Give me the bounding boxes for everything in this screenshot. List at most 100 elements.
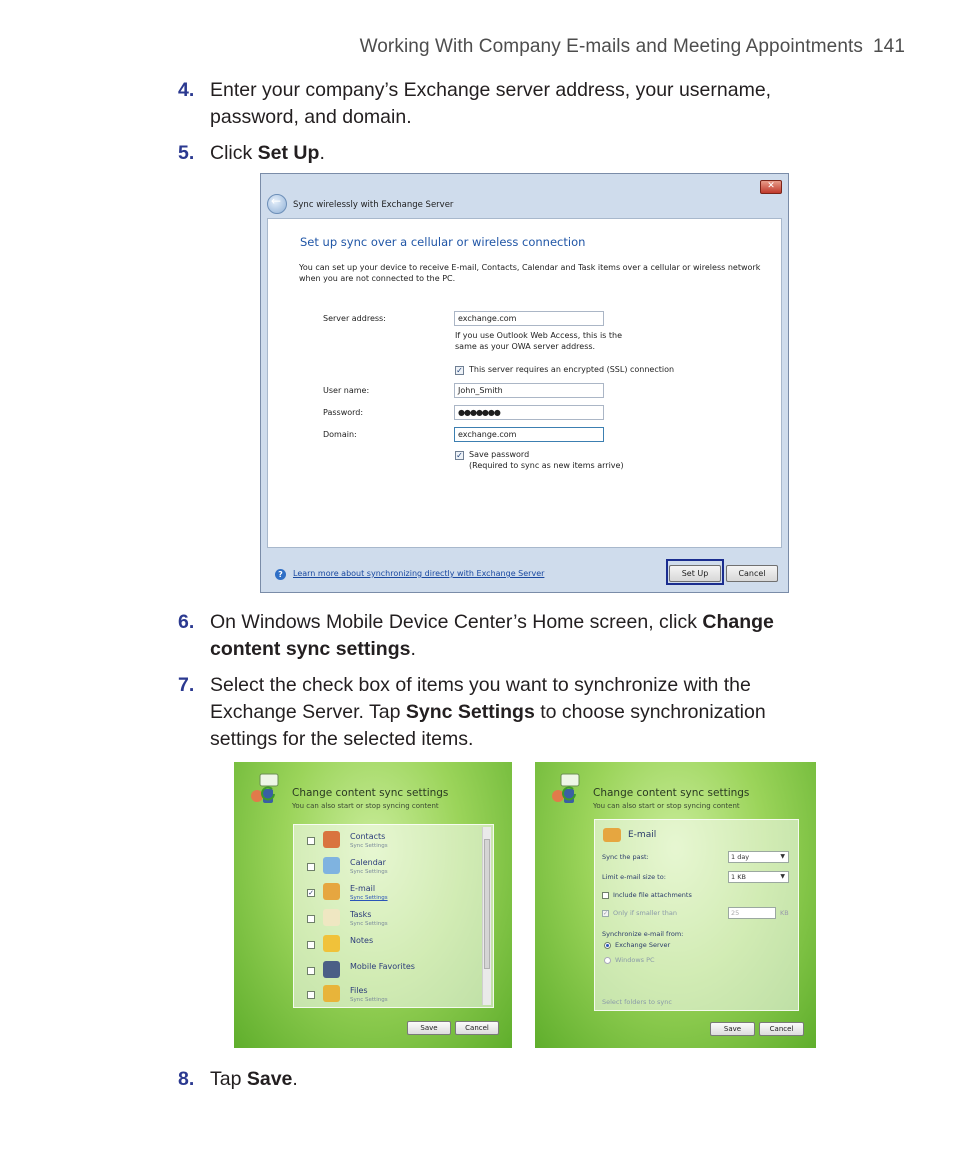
tasks-icon: [323, 909, 340, 926]
list-scrollbar[interactable]: [482, 827, 491, 1005]
sync-devices-icon: [251, 773, 279, 803]
server-address-label: Server address:: [323, 314, 386, 323]
list-item[interactable]: Calendar Sync Settings: [294, 855, 493, 881]
email-settings-box: E-mail Sync the past: 1 day ▼ Limit e-mai…: [594, 819, 799, 1011]
list-item[interactable]: ✓ E-mail Sync Settings: [294, 881, 493, 907]
ssl-label: This server requires an encrypted (SSL) …: [469, 365, 675, 374]
step-number: 4.: [178, 79, 195, 101]
exchange-sync-dialog: Sync wirelessly with Exchange Server ✕ S…: [260, 173, 789, 593]
item-checkbox[interactable]: ✓: [307, 889, 315, 897]
server-address-field[interactable]: exchange.com: [454, 311, 604, 326]
user-name-field[interactable]: John_Smith: [454, 383, 604, 398]
smaller-than-checkbox[interactable]: ✓: [602, 910, 609, 917]
step-text: Select the check box of items you want t…: [210, 672, 828, 753]
chevron-down-icon: ▼: [780, 873, 785, 880]
item-checkbox[interactable]: [307, 863, 315, 871]
domain-label: Domain:: [323, 430, 357, 439]
step-4: 4. Enter your company’s Exchange server …: [178, 77, 828, 131]
attachments-checkbox[interactable]: [602, 892, 609, 899]
contacts-icon: [323, 831, 340, 848]
chevron-down-icon: ▼: [780, 853, 785, 860]
item-name: Notes: [350, 936, 374, 945]
dialog-titlebar: Sync wirelessly with Exchange Server ✕: [261, 174, 788, 216]
exchange-server-radio[interactable]: [604, 942, 611, 949]
item-sync-settings-link[interactable]: Sync Settings: [350, 895, 388, 901]
step-text-pre: On Windows Mobile Device Center’s Home s…: [210, 611, 703, 633]
panel-subtitle: You can also start or stop syncing conte…: [292, 802, 439, 810]
limit-size-value: 1 KB: [731, 873, 746, 881]
save-password-checkbox[interactable]: ✓: [455, 451, 464, 460]
limit-size-label: Limit e-mail size to:: [602, 873, 666, 881]
exchange-server-label: Exchange Server: [615, 941, 671, 949]
dialog-content: Set up sync over a cellular or wireless …: [267, 218, 782, 548]
step-text-post: .: [410, 638, 416, 660]
item-checkbox[interactable]: [307, 967, 315, 975]
smaller-than-unit: KB: [780, 909, 789, 917]
cancel-button[interactable]: Cancel: [759, 1022, 804, 1036]
notes-icon: [323, 935, 340, 952]
list-item[interactable]: Notes: [294, 933, 493, 959]
back-arrow-icon[interactable]: [267, 194, 287, 214]
select-folders-link[interactable]: Select folders to sync: [602, 998, 672, 1006]
close-icon[interactable]: ✕: [760, 180, 782, 194]
item-sync-settings-link[interactable]: Sync Settings: [350, 843, 388, 849]
step-text-pre: Tap: [210, 1068, 247, 1090]
step-text-pre: Click: [210, 142, 258, 164]
item-name: Calendar: [350, 858, 386, 867]
step-text-post: .: [292, 1068, 298, 1090]
step-text-bold: Sync Settings: [405, 701, 535, 723]
item-checkbox[interactable]: [307, 991, 315, 999]
learn-more-link[interactable]: Learn more about synchronizing directly …: [293, 569, 544, 578]
item-checkbox[interactable]: [307, 941, 315, 949]
step-6: 6. On Windows Mobile Device Center’s Hom…: [178, 609, 828, 663]
save-password-note: (Required to sync as new items arrive): [469, 461, 624, 470]
cancel-button[interactable]: Cancel: [726, 565, 778, 582]
domain-field[interactable]: exchange.com: [454, 427, 604, 442]
sync-items-panel: Change content sync settings You can als…: [234, 762, 512, 1048]
panel-subtitle: You can also start or stop syncing conte…: [593, 802, 740, 810]
item-name: Files: [350, 986, 368, 995]
step-5: 5. Click Set Up.: [178, 140, 828, 167]
ssl-checkbox[interactable]: ✓: [455, 366, 464, 375]
sync-past-label: Sync the past:: [602, 853, 649, 861]
item-sync-settings-link[interactable]: Sync Settings: [350, 997, 388, 1003]
section-title: E-mail: [628, 830, 657, 840]
save-button[interactable]: Save: [407, 1021, 451, 1035]
password-field[interactable]: ●●●●●●●: [454, 405, 604, 420]
cancel-button[interactable]: Cancel: [455, 1021, 499, 1035]
email-sync-settings-panel: Change content sync settings You can als…: [535, 762, 816, 1048]
limit-size-select[interactable]: 1 KB ▼: [728, 871, 789, 883]
password-label: Password:: [323, 408, 364, 417]
list-item[interactable]: Contacts Sync Settings: [294, 829, 493, 855]
save-button[interactable]: Save: [710, 1022, 755, 1036]
sync-past-select[interactable]: 1 day ▼: [728, 851, 789, 863]
step-number: 8.: [178, 1068, 195, 1090]
step-text-bold: Save: [246, 1068, 293, 1090]
list-item[interactable]: Tasks Sync Settings: [294, 907, 493, 933]
user-name-label: User name:: [323, 386, 370, 395]
item-name: Mobile Favorites: [350, 962, 415, 971]
item-sync-settings-link[interactable]: Sync Settings: [350, 921, 388, 927]
item-sync-settings-link[interactable]: Sync Settings: [350, 869, 388, 875]
sync-items-list: Contacts Sync Settings Calendar Sync Set…: [293, 824, 494, 1008]
dialog-heading: Set up sync over a cellular or wireless …: [300, 235, 586, 249]
step-number: 5.: [178, 142, 195, 164]
windows-pc-radio[interactable]: [604, 957, 611, 964]
step-number: 7.: [178, 674, 195, 696]
scrollbar-thumb[interactable]: [484, 839, 490, 969]
panel-title: Change content sync settings: [292, 787, 449, 799]
list-item[interactable]: Files Sync Settings: [294, 983, 493, 1009]
item-checkbox[interactable]: [307, 837, 315, 845]
email-icon: [603, 828, 621, 842]
item-checkbox[interactable]: [307, 915, 315, 923]
setup-button[interactable]: Set Up: [669, 565, 721, 582]
step-text: Tap Save.: [210, 1066, 828, 1093]
email-icon: [323, 883, 340, 900]
help-icon: ?: [275, 569, 286, 580]
files-icon: [323, 985, 340, 1002]
item-name: Tasks: [350, 910, 372, 919]
step-8: 8. Tap Save.: [178, 1066, 828, 1093]
step-text-bold: Set Up: [257, 142, 320, 164]
smaller-than-field[interactable]: 25: [728, 907, 776, 919]
list-item[interactable]: Mobile Favorites: [294, 959, 493, 985]
